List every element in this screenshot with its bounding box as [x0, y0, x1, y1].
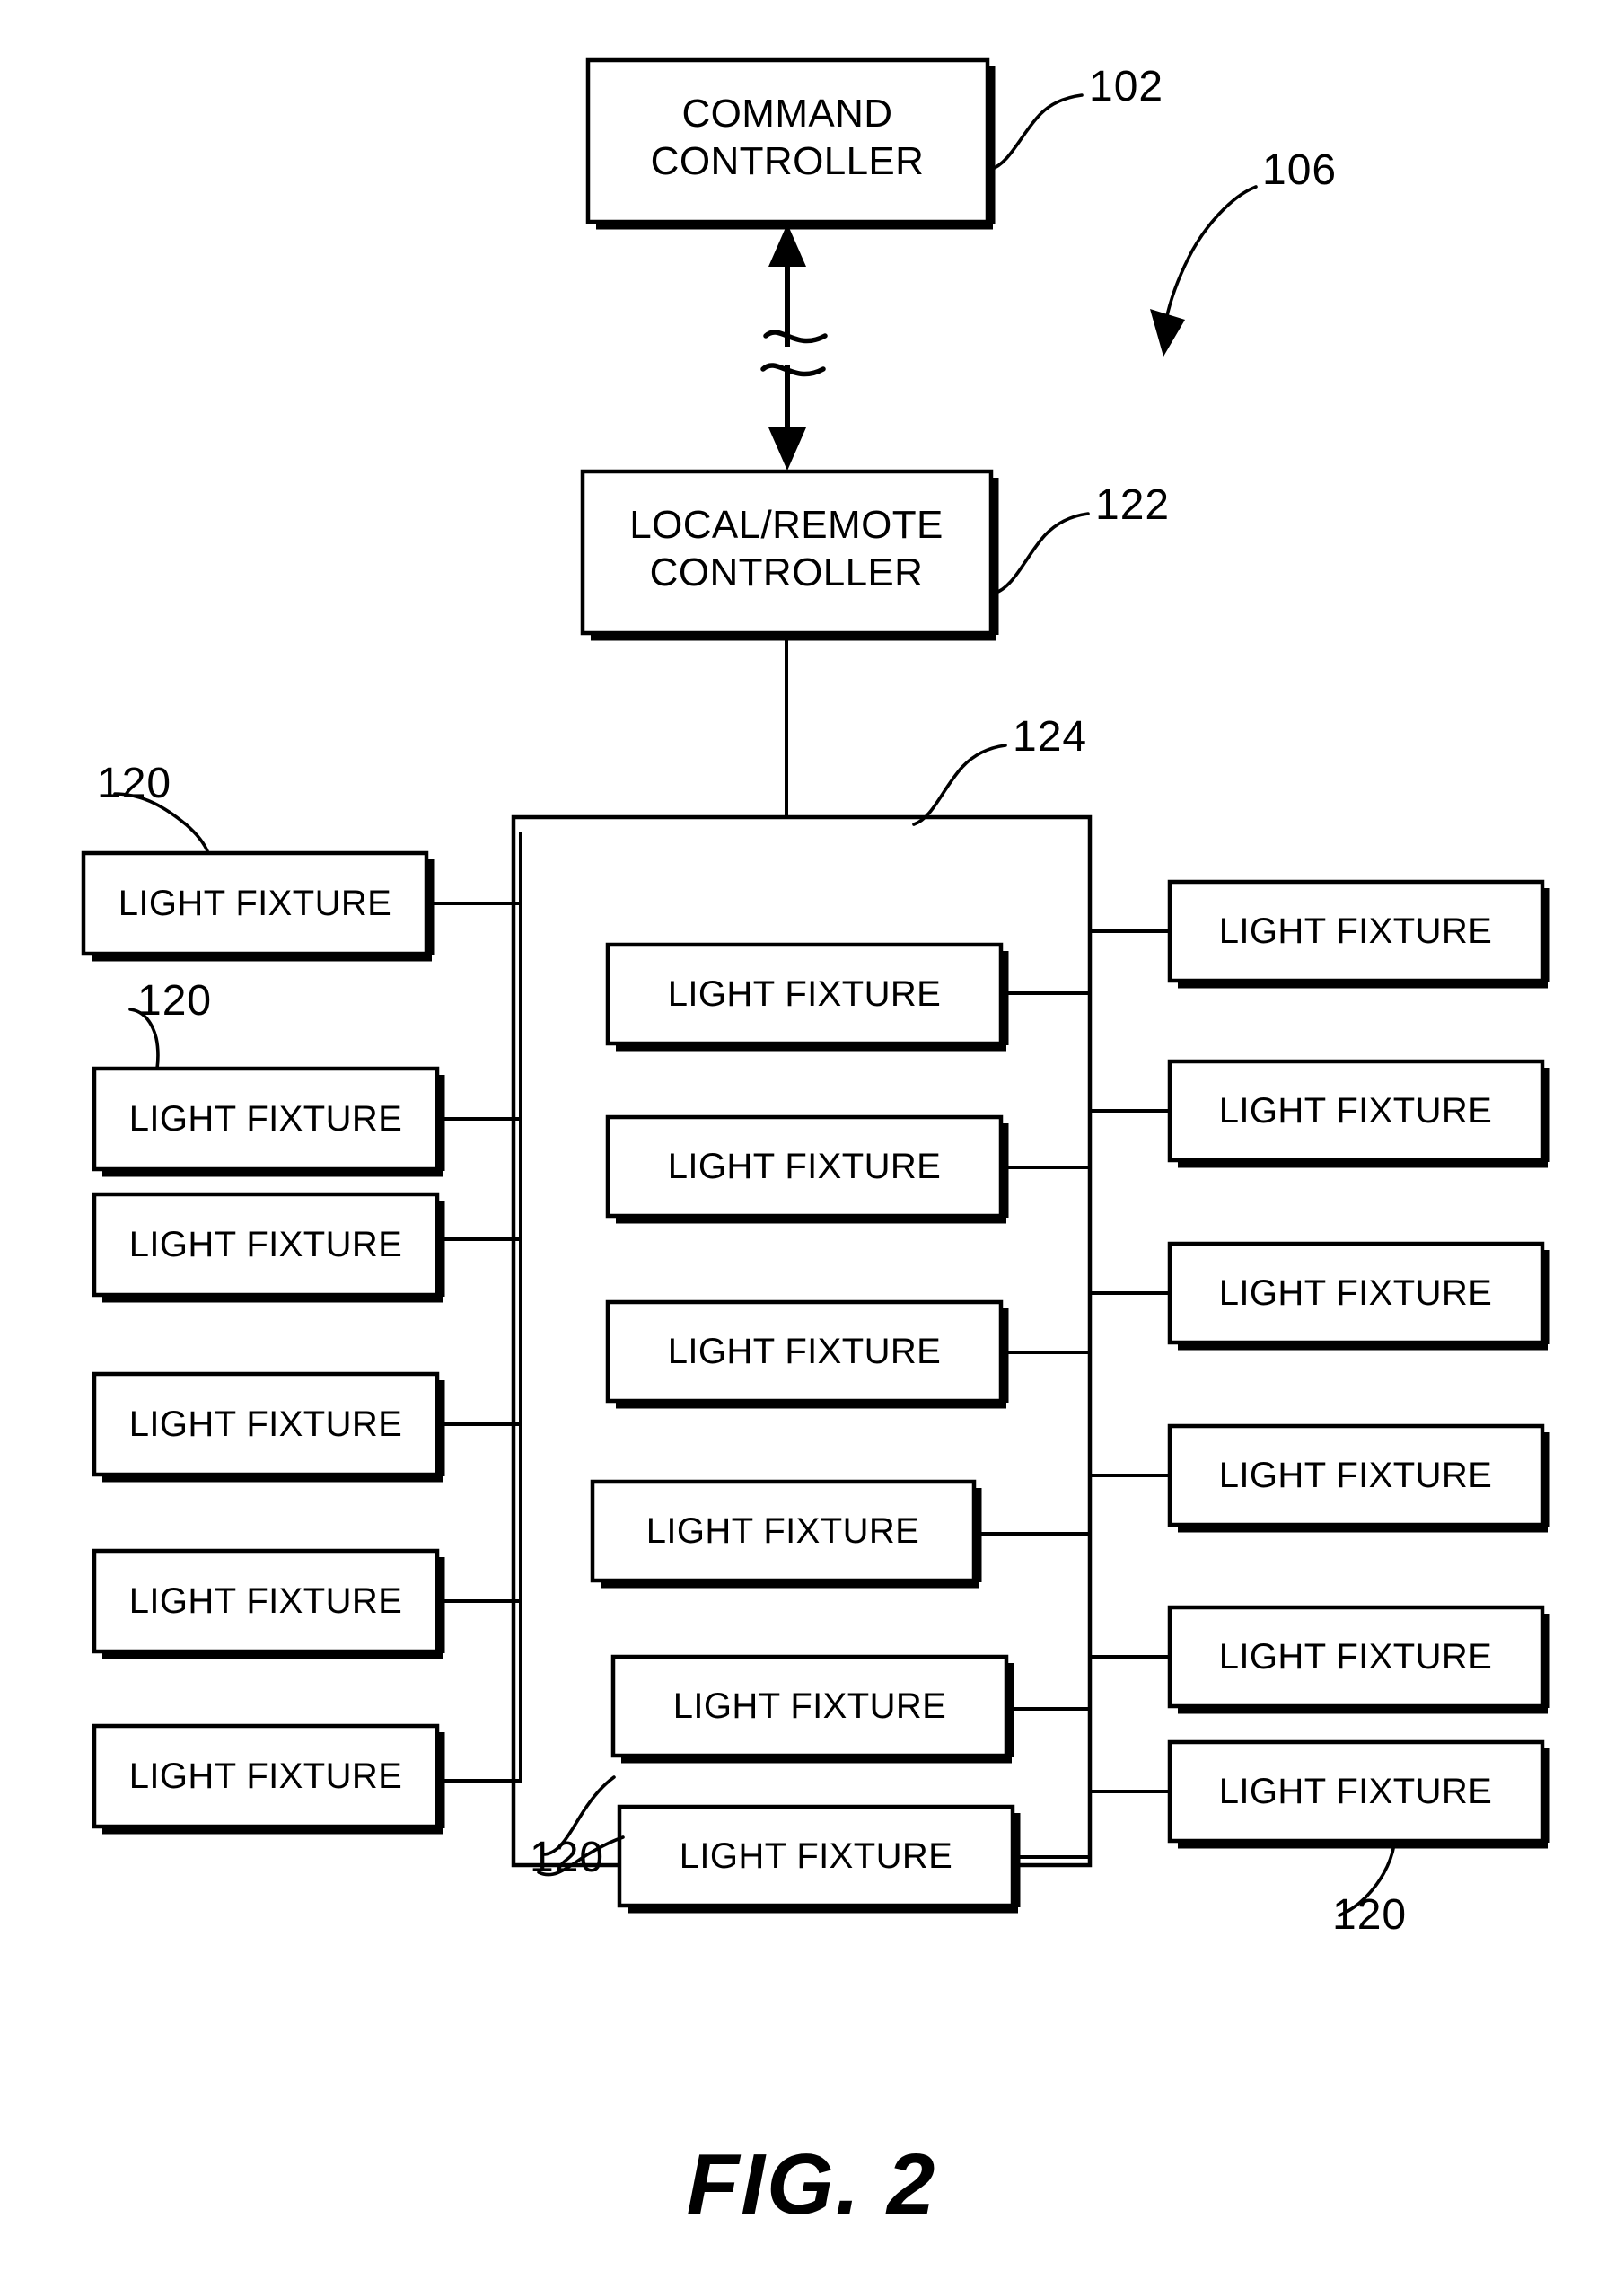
left-fixture-3-label: LIGHT FIXTURE	[129, 1225, 403, 1264]
ref-124-callout: 124	[912, 713, 1087, 826]
center-fixture-2: LIGHT FIXTURE	[605, 1114, 1090, 1224]
ref-106-arrow-head	[1150, 309, 1185, 357]
left-fixture-2-label: LIGHT FIXTURE	[129, 1099, 403, 1139]
left-fixture-5: LIGHT FIXTURE	[92, 1548, 521, 1659]
ref-120-center-bottom-number: 120	[530, 1834, 604, 1881]
center-fixture-5-label: LIGHT FIXTURE	[673, 1686, 947, 1726]
right-fixture-6: LIGHT FIXTURE	[1090, 1739, 1550, 1849]
ref-122-leader-line	[992, 512, 1090, 595]
center-fixture-3-label: LIGHT FIXTURE	[668, 1332, 942, 1371]
ref-120-left-second-number: 120	[137, 977, 212, 1025]
right-fixture-5-label: LIGHT FIXTURE	[1219, 1637, 1493, 1677]
center-fixture-4: LIGHT FIXTURE	[590, 1479, 1090, 1589]
left-fixture-4: LIGHT FIXTURE	[92, 1371, 521, 1483]
break-squiggle-lower	[760, 363, 826, 377]
ref-106-number: 106	[1262, 146, 1337, 194]
ref-120-right-bottom-number: 120	[1332, 1891, 1407, 1939]
local-remote-controller-node: LOCAL/REMOTE CONTROLLER	[580, 469, 999, 641]
right-fixture-3-label: LIGHT FIXTURE	[1219, 1273, 1493, 1313]
controller-communication-link	[760, 224, 828, 471]
ref-124-leader-line	[912, 744, 1007, 826]
ref-102-number: 102	[1089, 63, 1163, 110]
left-fixture-1-label: LIGHT FIXTURE	[119, 884, 392, 923]
center-fixture-6-label: LIGHT FIXTURE	[680, 1836, 953, 1876]
ref-120-left-upper-number: 120	[97, 760, 171, 807]
figure-2-block-diagram: COMMAND CONTROLLER 102 106 LOCAL/REMOTE …	[81, 57, 1550, 2232]
figure-caption: FIG. 2	[687, 2136, 937, 2232]
ref-106-callout: 106	[1150, 146, 1337, 357]
right-fixture-4-label: LIGHT FIXTURE	[1219, 1456, 1493, 1495]
right-fixture-3: LIGHT FIXTURE	[1090, 1241, 1550, 1351]
ref-106-arrow-curve	[1164, 185, 1258, 321]
right-fixture-1-label: LIGHT FIXTURE	[1219, 911, 1493, 951]
center-fixture-1: LIGHT FIXTURE	[605, 942, 1090, 1052]
local-remote-controller-label-line1: LOCAL/REMOTE	[629, 503, 944, 547]
left-fixture-3: LIGHT FIXTURE	[92, 1192, 521, 1303]
ref-120-left-upper-callout: 120	[97, 760, 210, 855]
right-fixture-2-label: LIGHT FIXTURE	[1219, 1091, 1493, 1131]
right-fixture-2: LIGHT FIXTURE	[1090, 1059, 1550, 1168]
command-controller-label-line2: CONTROLLER	[651, 139, 925, 183]
right-fixture-6-label: LIGHT FIXTURE	[1219, 1772, 1493, 1811]
left-fixture-4-label: LIGHT FIXTURE	[129, 1404, 403, 1444]
break-squiggle-upper	[763, 330, 828, 344]
center-fixture-1-label: LIGHT FIXTURE	[668, 974, 942, 1014]
center-fixture-2-label: LIGHT FIXTURE	[668, 1147, 942, 1186]
right-fixture-4: LIGHT FIXTURE	[1090, 1423, 1550, 1533]
left-fixture-2: LIGHT FIXTURE	[92, 1066, 521, 1177]
center-fixture-4-label: LIGHT FIXTURE	[646, 1511, 920, 1551]
center-fixture-5: LIGHT FIXTURE	[610, 1654, 1090, 1764]
link-up-arrow-head	[768, 224, 806, 267]
right-fixture-5: LIGHT FIXTURE	[1090, 1605, 1550, 1714]
ref-102-leader-line	[988, 93, 1084, 172]
ref-122-callout: 122	[992, 481, 1170, 595]
local-remote-controller-label-line2: CONTROLLER	[650, 550, 924, 594]
left-fixture-1: LIGHT FIXTURE	[81, 850, 521, 962]
right-fixture-1: LIGHT FIXTURE	[1090, 879, 1550, 989]
center-fixture-6: LIGHT FIXTURE	[617, 1804, 1090, 1914]
patent-figure: COMMAND CONTROLLER 102 106 LOCAL/REMOTE …	[0, 0, 1624, 2280]
ref-102-callout: 102	[988, 63, 1163, 172]
left-fixture-6-label: LIGHT FIXTURE	[129, 1756, 403, 1796]
command-controller-label-line1: COMMAND	[681, 92, 892, 136]
link-down-arrow-head	[768, 427, 806, 471]
left-fixture-6: LIGHT FIXTURE	[92, 1723, 521, 1835]
ref-120-left-second-callout: 120	[128, 977, 212, 1070]
ref-122-number: 122	[1095, 481, 1170, 529]
center-fixture-3: LIGHT FIXTURE	[605, 1299, 1090, 1409]
ref-124-number: 124	[1013, 713, 1087, 761]
ref-120-right-bottom-callout: 120	[1332, 1843, 1407, 1939]
left-fixture-5-label: LIGHT FIXTURE	[129, 1581, 403, 1621]
command-controller-node: COMMAND CONTROLLER	[585, 57, 996, 230]
